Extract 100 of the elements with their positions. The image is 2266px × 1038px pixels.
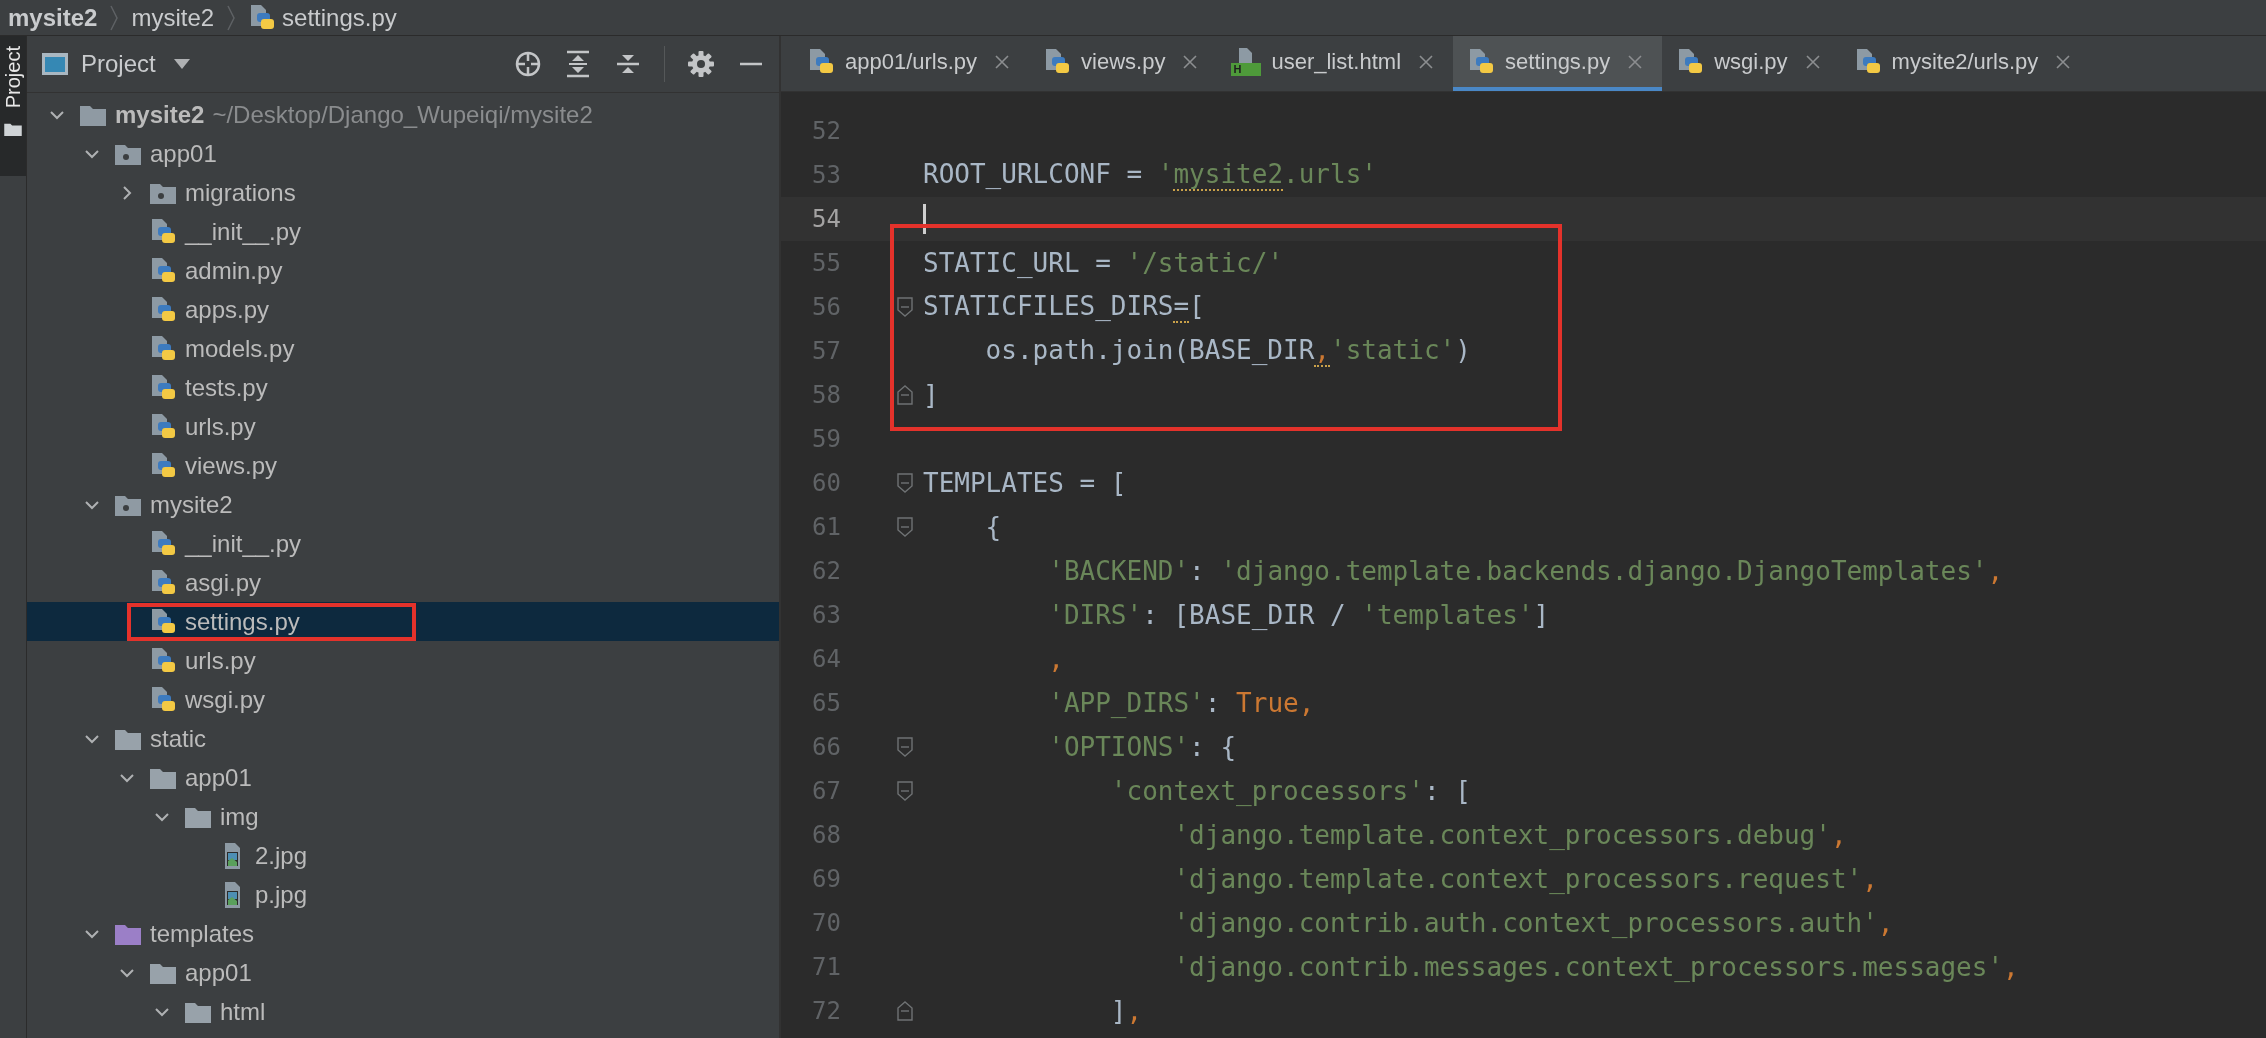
code-line: 'BACKEND': 'django.template.backends.django.DjangoTemplates', [1047, 556, 2004, 586]
window-icon [41, 52, 69, 76]
fold-marker-icon[interactable] [897, 297, 913, 317]
line-number: 68 [811, 821, 841, 849]
code-line: 'django.contrib.messages.context_processors.messages', [1172, 952, 2019, 982]
line-number: 54 [811, 205, 841, 233]
tree-item[interactable]: 2.jpg [27, 836, 779, 875]
close-icon[interactable] [2056, 54, 2071, 69]
python-file-icon [149, 217, 177, 246]
folder-icon [4, 122, 22, 137]
tree-item[interactable]: html [27, 992, 779, 1031]
tree-item[interactable]: views.py [27, 446, 779, 485]
project-view-dropdown[interactable]: Project [41, 50, 190, 78]
close-icon[interactable] [995, 54, 1010, 69]
tree-item[interactable]: urls.py [27, 407, 779, 446]
python-file-icon [149, 412, 177, 441]
code-line: { [984, 512, 1002, 542]
tree-item[interactable]: __init__.py [27, 212, 779, 251]
code-line: 'django.template.context_processors.request', [1172, 864, 1878, 894]
editor-tab[interactable]: H user_list.html [1217, 36, 1454, 91]
fold-marker-icon[interactable] [897, 1001, 913, 1021]
tree-item[interactable]: __init__.py [27, 524, 779, 563]
code-line: ], [1109, 996, 1143, 1026]
close-icon[interactable] [1628, 54, 1643, 69]
line-number: 62 [811, 557, 841, 585]
python-file-icon [807, 47, 835, 76]
code-line: 'APP_DIRS': True, [1047, 688, 1315, 718]
fold-marker-icon[interactable] [897, 781, 913, 801]
chevron-icon [226, 3, 237, 32]
python-file-icon [149, 295, 177, 324]
tree-item[interactable]: img [27, 797, 779, 836]
tree-item[interactable]: admin.py [27, 251, 779, 290]
python-file-icon [149, 568, 177, 597]
python-file-icon [149, 646, 177, 675]
line-number: 60 [811, 469, 841, 497]
line-number: 58 [811, 381, 841, 409]
line-number: 72 [811, 997, 841, 1025]
python-file-icon [149, 256, 177, 285]
python-file-icon [1043, 47, 1072, 76]
line-number: 69 [811, 865, 841, 893]
tree-item[interactable]: mysite2 [27, 485, 779, 524]
tree-item[interactable]: static [27, 719, 779, 758]
line-number: 65 [811, 689, 841, 717]
python-file-icon [149, 373, 177, 402]
tree-item[interactable]: migrations [27, 173, 779, 212]
line-number: 67 [811, 777, 841, 805]
tree-item[interactable]: urls.py [27, 641, 779, 680]
fold-marker-icon[interactable] [897, 473, 913, 493]
tree-item[interactable]: app01 [27, 953, 779, 992]
tree-item[interactable]: wsgi.py [27, 680, 779, 719]
line-number: 63 [811, 601, 841, 629]
editor-tab[interactable]: wsgi.py [1662, 36, 1840, 91]
code-line: , [1047, 644, 1064, 674]
close-icon[interactable] [1183, 54, 1198, 69]
settings-icon[interactable] [687, 50, 715, 78]
code-line: ROOT_URLCONF = 'mysite2.urls' [923, 158, 1377, 192]
code-line: 'context_processors': [ [1109, 776, 1471, 806]
code-line: 'OPTIONS': { [1047, 732, 1237, 762]
breadcrumb-item[interactable]: mysite2 [131, 5, 215, 30]
code-line: STATIC_URL = '/static/' [923, 248, 1284, 278]
tree-item[interactable]: mysite2 ~/Desktop/Django_Wupeiqi/mysite2 [27, 95, 779, 134]
code-line: 'DIRS': [BASE_DIR / 'templates'] [1047, 600, 1550, 630]
code-line: STATICFILES_DIRS=[ [923, 290, 1205, 324]
code-line: TEMPLATES = [ [923, 468, 1127, 498]
python-file-icon [1467, 47, 1496, 76]
tree-item[interactable]: apps.py [27, 290, 779, 329]
line-number: 53 [811, 161, 841, 189]
tree-item[interactable]: templates [27, 914, 779, 953]
text-cursor [923, 204, 926, 234]
editor-tab[interactable]: views.py [1029, 36, 1218, 91]
tree-item[interactable]: settings.py [27, 602, 779, 641]
python-file-icon [1676, 47, 1705, 76]
breadcrumb-item[interactable]: settings.py [248, 3, 397, 32]
tree-item[interactable]: app01 [27, 758, 779, 797]
code-line: ] [923, 380, 939, 410]
line-number: 55 [811, 249, 841, 277]
fold-marker-icon[interactable] [897, 385, 913, 405]
fold-marker-icon[interactable] [897, 517, 913, 537]
tree-item[interactable]: p.jpg [27, 875, 779, 914]
close-icon[interactable] [1419, 54, 1434, 69]
locate-icon[interactable] [514, 50, 542, 78]
tree-item[interactable]: app01 [27, 134, 779, 173]
caret-icon [173, 59, 190, 69]
project-tool-tab[interactable]: Project [0, 36, 26, 176]
line-number: 57 [811, 337, 841, 365]
line-number: 64 [811, 645, 841, 673]
line-number: 59 [811, 425, 841, 453]
python-file-icon [149, 529, 177, 558]
tree-item[interactable]: tests.py [27, 368, 779, 407]
editor-tab[interactable]: settings.py [1453, 36, 1663, 91]
fold-marker-icon[interactable] [897, 737, 913, 757]
editor-tab[interactable]: mysite2/urls.py [1839, 36, 2091, 91]
close-icon[interactable] [1805, 54, 1820, 69]
line-number: 66 [811, 733, 841, 761]
editor-tab[interactable]: app01/urls.py [793, 36, 1030, 91]
tree-item[interactable]: models.py [27, 329, 779, 368]
tree-item[interactable]: asgi.py [27, 563, 779, 602]
line-number: 70 [811, 909, 841, 937]
breadcrumb-item[interactable]: mysite2 [8, 5, 98, 30]
expand-all-icon[interactable] [564, 50, 592, 78]
